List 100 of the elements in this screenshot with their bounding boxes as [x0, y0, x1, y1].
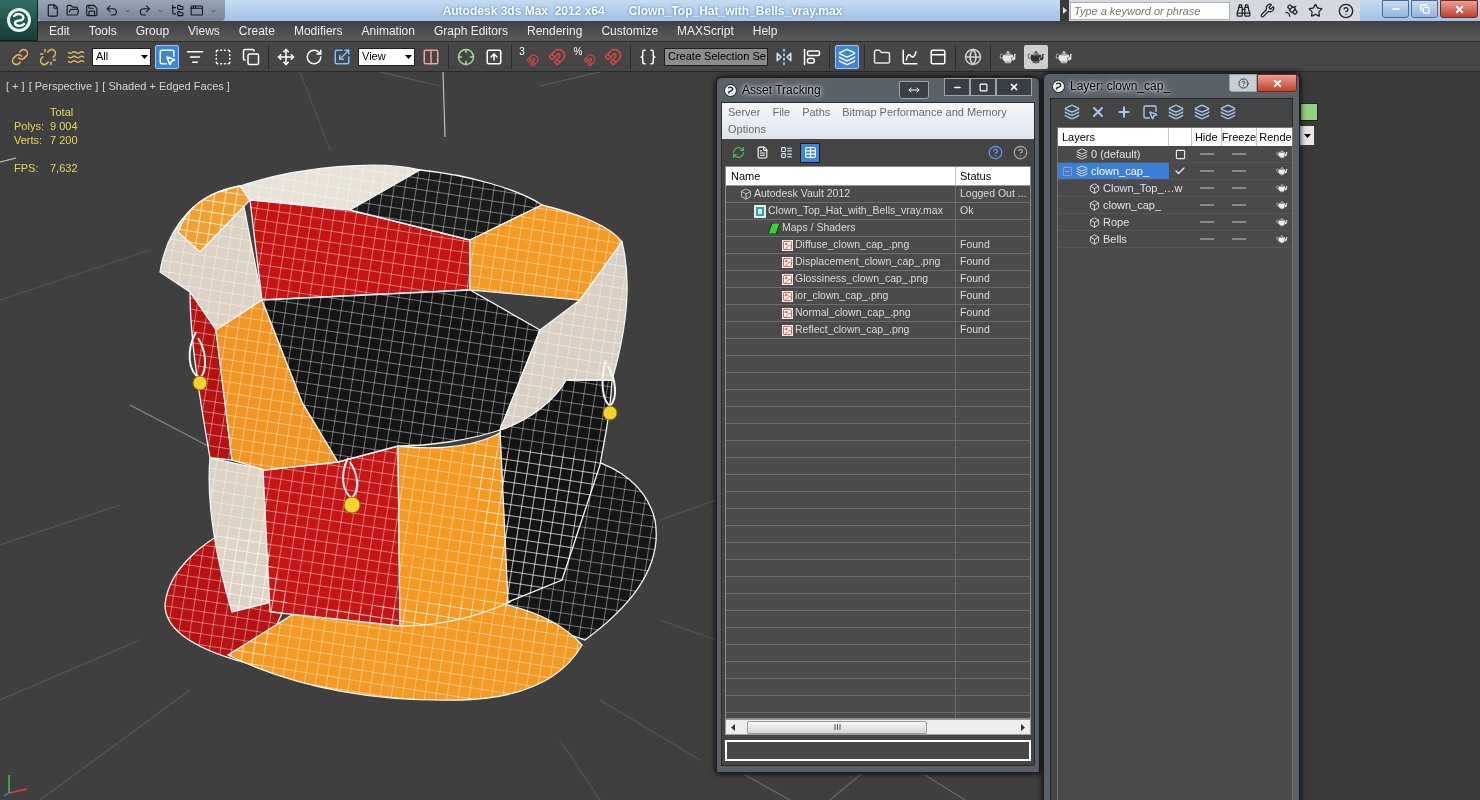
object-item[interactable]: Clown_Top_…w	[1058, 180, 1192, 196]
menu-item[interactable]: Edit	[49, 22, 70, 40]
dash-icon[interactable]	[1199, 204, 1214, 206]
folder-tree-icon[interactable]	[170, 3, 185, 18]
asset-name[interactable]: Clown_Top_Hat_with_Bells_vray.max	[768, 203, 943, 219]
layers-icon[interactable]	[1064, 104, 1080, 120]
binoculars-icon[interactable]	[1236, 3, 1251, 18]
column-header[interactable]: Status	[956, 167, 1030, 185]
dash-icon[interactable]	[1232, 204, 1247, 206]
view-button[interactable]	[800, 142, 820, 163]
help-icon[interactable]	[1338, 2, 1354, 19]
asset-name[interactable]: Displacement_clown_cap_.png	[795, 254, 941, 270]
toolbar-button[interactable]	[835, 44, 859, 69]
layer-item[interactable]: clown_cap_	[1058, 163, 1170, 179]
menu-item[interactable]: Tools	[88, 22, 117, 40]
menu-item[interactable]: Views	[188, 22, 220, 40]
menu-item[interactable]: MAXScript	[677, 22, 734, 40]
scroll-left-icon[interactable]	[731, 723, 735, 731]
restore-button[interactable]	[1411, 0, 1438, 18]
status-field[interactable]	[725, 740, 1031, 761]
minimize-button[interactable]	[944, 78, 970, 96]
menu-item[interactable]: Modifiers	[293, 22, 343, 40]
dash-icon[interactable]	[1199, 221, 1214, 223]
object-item[interactable]: Rope	[1058, 214, 1192, 230]
star-icon[interactable]	[1308, 3, 1323, 18]
column-header[interactable]: Layers	[1058, 128, 1170, 146]
close-button[interactable]	[1257, 74, 1297, 92]
satellite-dish-icon[interactable]	[1284, 3, 1299, 18]
menu-item[interactable]: Graph Editors	[433, 22, 508, 40]
new-file-icon[interactable]	[46, 3, 60, 18]
minimize-button[interactable]	[1382, 0, 1409, 18]
teapot-icon[interactable]	[1276, 165, 1288, 177]
object-item[interactable]: Bells	[1058, 231, 1192, 247]
teapot-icon[interactable]	[1276, 182, 1288, 194]
column-header[interactable]: Name	[726, 167, 956, 185]
dash-icon[interactable]	[1199, 238, 1214, 240]
delete-icon[interactable]	[1090, 104, 1106, 120]
horizontal-scrollbar[interactable]	[725, 719, 1031, 735]
menu-item[interactable]: Bitmap Performance and Memory	[842, 104, 1007, 121]
close-button[interactable]	[1440, 0, 1478, 18]
selection-filter-dropdown[interactable]: All	[92, 47, 151, 66]
layer-item[interactable]: 0 (default)	[1058, 146, 1170, 162]
dock-button[interactable]	[899, 81, 929, 99]
toolbar-button[interactable]	[155, 44, 179, 69]
asset-name[interactable]: Autodesk Vault 2012	[754, 186, 851, 202]
dash-icon[interactable]	[1232, 238, 1247, 240]
scroll-right-icon[interactable]	[1021, 723, 1025, 731]
color-swatch[interactable]	[1300, 103, 1318, 121]
redo-icon[interactable]	[137, 3, 152, 18]
dash-icon[interactable]	[1199, 187, 1214, 189]
column-header[interactable]: Rende	[1257, 128, 1292, 146]
asset-name[interactable]: Normal_clown_cap_.png	[795, 305, 911, 321]
menu-item[interactable]: Paths	[802, 104, 831, 121]
dash-icon[interactable]	[1232, 170, 1247, 172]
asset-name[interactable]: Diffuse_clown_cap_.png	[795, 237, 910, 253]
named-selection-dropdown[interactable]: Create Selection Se	[664, 47, 768, 66]
toolbar-button[interactable]: 3	[517, 44, 541, 69]
open-folder-icon[interactable]	[65, 3, 80, 18]
menu-item[interactable]: Animation	[361, 22, 415, 40]
save-icon[interactable]	[85, 3, 99, 18]
application-button[interactable]	[0, 0, 38, 41]
asset-name[interactable]: Glossiness_clown_cap_.png	[795, 271, 929, 287]
scrollbar-thumb[interactable]	[747, 720, 927, 734]
window-icon[interactable]	[190, 3, 204, 18]
close-button[interactable]	[996, 78, 1032, 96]
layers-icon[interactable]	[1220, 104, 1236, 120]
triangle-icon[interactable]	[1062, 7, 1067, 14]
teapot-icon[interactable]	[1276, 199, 1288, 211]
toolbar-button[interactable]: %	[573, 44, 597, 69]
teapot-icon[interactable]	[1276, 148, 1288, 160]
checkbox-icon[interactable]	[1174, 148, 1186, 160]
menu-item[interactable]: Customize	[601, 22, 659, 40]
menu-item[interactable]: Server	[728, 104, 761, 121]
dash-icon[interactable]	[1199, 170, 1214, 172]
wrench-icon[interactable]	[1260, 3, 1275, 18]
asset-name[interactable]: Reflect_clown_cap_.png	[795, 322, 910, 338]
menu-item[interactable]: File	[772, 104, 791, 121]
object-item[interactable]: clown_cap_	[1058, 197, 1192, 213]
layers-icon[interactable]	[1194, 104, 1210, 120]
search-field[interactable]: Type a keyword or phrase	[1070, 1, 1230, 20]
menu-item[interactable]: Create	[238, 22, 275, 40]
dropdown-button[interactable]	[1300, 126, 1314, 145]
box-cursor-icon[interactable]	[1142, 104, 1158, 120]
viewport-label[interactable]: [ Shaded + Edged Faces ]	[102, 78, 230, 95]
menu-item[interactable]: Group	[135, 22, 170, 40]
help-button[interactable]	[1229, 74, 1257, 92]
viewport-label[interactable]: [ + ]	[6, 78, 25, 95]
layers-icon[interactable]	[1168, 104, 1184, 120]
dash-icon[interactable]	[1232, 153, 1247, 155]
teapot-icon[interactable]	[1276, 233, 1288, 245]
column-header[interactable]: Hide	[1191, 128, 1222, 146]
teapot-icon[interactable]	[1276, 216, 1288, 228]
asset-name[interactable]: ior_clown_cap_.png	[795, 288, 889, 304]
undo-icon[interactable]	[104, 3, 119, 18]
column-header[interactable]: Freeze	[1221, 128, 1258, 146]
plus-icon[interactable]	[1116, 104, 1132, 120]
coordinate-system-dropdown[interactable]: View	[358, 47, 415, 66]
asset-name[interactable]: Maps / Shaders	[782, 220, 856, 236]
menu-item[interactable]: Options	[728, 121, 766, 138]
dash-icon[interactable]	[1232, 221, 1247, 223]
